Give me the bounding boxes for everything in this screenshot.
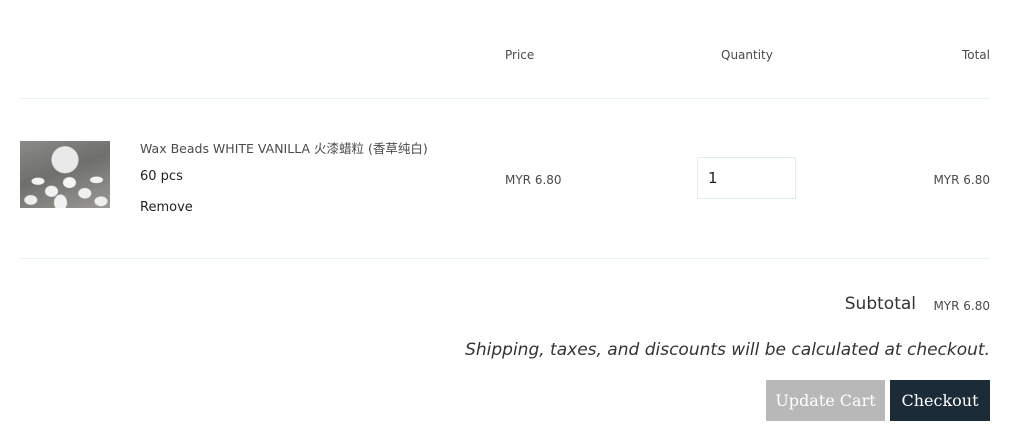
subtotal-value: MYR 6.80: [933, 299, 990, 313]
product-title-link[interactable]: Wax Beads WHITE VANILLA 火漆蜡粒 (香草纯白): [140, 138, 428, 157]
product-variant: 60 pcs: [140, 169, 183, 184]
subtotal-label: Subtotal: [844, 294, 916, 314]
header-divider: [19, 98, 990, 99]
product-image[interactable]: [20, 141, 110, 208]
shipping-note: Shipping, taxes, and discounts will be c…: [465, 340, 990, 360]
total-column-header: Total: [961, 48, 990, 62]
item-line-total: MYR 6.80: [933, 173, 990, 187]
price-column-header: Price: [505, 48, 535, 62]
checkout-button[interactable]: Checkout: [890, 380, 990, 421]
row-divider: [19, 258, 990, 259]
item-price: MYR 6.80: [505, 173, 562, 187]
update-cart-button[interactable]: Update Cart: [766, 380, 885, 421]
remove-item-link[interactable]: Remove: [140, 200, 193, 215]
quantity-column-header: Quantity: [721, 48, 773, 62]
quantity-input[interactable]: [697, 157, 796, 199]
